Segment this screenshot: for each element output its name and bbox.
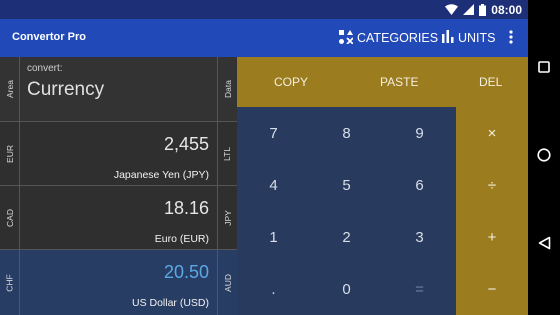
key-1[interactable]: 1 xyxy=(237,211,310,263)
number-keypad: 7 8 9 4 5 6 1 2 3 . 0 = xyxy=(237,107,456,315)
unit-row-usd-active[interactable]: CHF 20.50 US Dollar (USD) AUD xyxy=(0,250,237,315)
key-decimal[interactable]: . xyxy=(237,263,310,315)
unit-name: Japanese Yen (JPY) xyxy=(113,169,209,181)
bar-chart-icon xyxy=(442,30,454,46)
category-header[interactable]: Area convert: Currency Data xyxy=(0,57,237,122)
battery-icon xyxy=(479,3,487,16)
circle-icon xyxy=(537,147,551,167)
copy-button[interactable]: COPY xyxy=(274,75,308,89)
categories-icon xyxy=(339,29,354,47)
edit-toolbar: COPY PASTE DEL xyxy=(237,57,528,107)
recents-button[interactable] xyxy=(534,59,554,79)
units-label: UNITS xyxy=(458,31,496,45)
category-title: Currency xyxy=(27,79,105,100)
unit-row-jpy[interactable]: EUR 2,455 Japanese Yen (JPY) LTL xyxy=(0,122,237,186)
convert-label: convert: xyxy=(27,63,63,74)
delete-button[interactable]: DEL xyxy=(479,75,502,89)
system-nav-bar xyxy=(528,0,560,315)
square-icon xyxy=(538,60,550,78)
prev-unit-tab[interactable]: CAD xyxy=(0,186,20,249)
unit-value: 18.16 xyxy=(163,198,209,218)
unit-name: US Dollar (USD) xyxy=(131,297,209,309)
unit-value: 2,455 xyxy=(163,134,209,154)
key-2[interactable]: 2 xyxy=(310,211,383,263)
minus-button[interactable]: − xyxy=(456,263,528,315)
key-equals[interactable]: = xyxy=(383,263,456,315)
key-6[interactable]: 6 xyxy=(383,159,456,211)
unit-name: Euro (EUR) xyxy=(154,233,209,245)
unit-row-eur[interactable]: CAD 18.16 Euro (EUR) JPY xyxy=(0,186,237,250)
wifi-icon xyxy=(445,4,459,15)
key-8[interactable]: 8 xyxy=(310,107,383,159)
back-triangle-icon xyxy=(538,236,551,255)
key-4[interactable]: 4 xyxy=(237,159,310,211)
categories-label: CATEGORIES xyxy=(357,31,439,45)
more-options-button[interactable] xyxy=(505,29,517,47)
more-vert-icon xyxy=(509,29,513,47)
next-unit-tab[interactable]: AUD xyxy=(217,250,237,315)
operator-column: × ÷ + − xyxy=(456,107,528,315)
key-5[interactable]: 5 xyxy=(310,159,383,211)
signal-icon xyxy=(463,4,475,15)
divide-button[interactable]: ÷ xyxy=(456,159,528,211)
prev-unit-tab[interactable]: EUR xyxy=(0,122,20,185)
next-unit-tab[interactable]: LTL xyxy=(217,122,237,185)
categories-button[interactable]: CATEGORIES xyxy=(339,29,438,47)
key-9[interactable]: 9 xyxy=(383,107,456,159)
plus-button[interactable]: + xyxy=(456,211,528,263)
units-button[interactable]: UNITS xyxy=(442,29,496,47)
back-button[interactable] xyxy=(534,235,554,255)
status-bar: 08:00 xyxy=(0,0,528,19)
next-unit-tab[interactable]: JPY xyxy=(217,186,237,249)
key-3[interactable]: 3 xyxy=(383,211,456,263)
prev-category-tab[interactable]: Area xyxy=(0,57,20,121)
status-icons: 08:00 xyxy=(445,0,522,19)
multiply-button[interactable]: × xyxy=(456,107,528,159)
key-0[interactable]: 0 xyxy=(310,263,383,315)
clock: 08:00 xyxy=(491,2,522,17)
next-category-tab[interactable]: Data xyxy=(217,57,237,121)
conversion-list: Area convert: Currency Data EUR 2,455 Ja… xyxy=(0,57,237,315)
unit-value-input[interactable]: 20.50 xyxy=(164,262,209,283)
prev-unit-tab[interactable]: CHF xyxy=(0,250,20,315)
home-button[interactable] xyxy=(534,147,554,167)
app-title: Convertor Pro xyxy=(12,31,86,43)
app-bar: Convertor Pro CATEGORIES UNITS xyxy=(0,19,528,57)
key-7[interactable]: 7 xyxy=(237,107,310,159)
paste-button[interactable]: PASTE xyxy=(380,75,418,89)
app-screen: 08:00 Convertor Pro CATEGORIES UNITS Are… xyxy=(0,0,560,315)
